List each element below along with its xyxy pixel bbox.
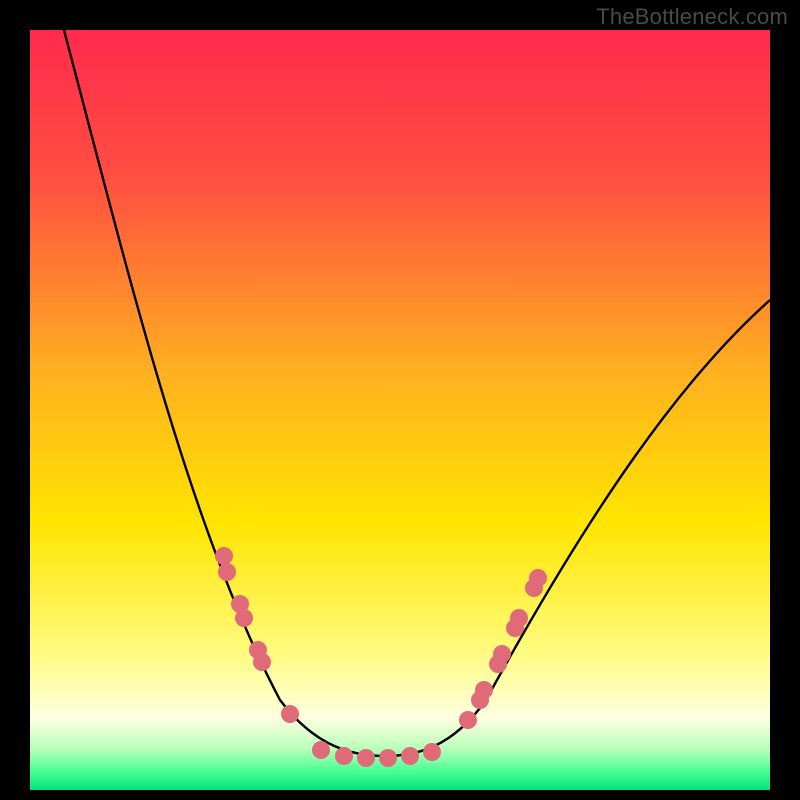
data-marker xyxy=(335,747,353,765)
data-marker xyxy=(423,743,441,761)
data-marker xyxy=(312,741,330,759)
chart-frame: { "watermark": "TheBottleneck.com", "cha… xyxy=(0,0,800,800)
data-marker xyxy=(253,653,271,671)
data-marker xyxy=(357,749,375,767)
data-marker xyxy=(475,681,493,699)
data-marker xyxy=(215,547,233,565)
watermark-text: TheBottleneck.com xyxy=(596,4,788,30)
gradient-background xyxy=(30,30,770,790)
data-marker xyxy=(218,563,236,581)
data-marker xyxy=(459,711,477,729)
bottleneck-chart xyxy=(0,0,800,800)
data-marker xyxy=(281,705,299,723)
data-marker xyxy=(401,747,419,765)
data-marker xyxy=(510,609,528,627)
data-marker xyxy=(493,645,511,663)
data-marker xyxy=(379,749,397,767)
data-marker xyxy=(529,569,547,587)
data-marker xyxy=(235,609,253,627)
